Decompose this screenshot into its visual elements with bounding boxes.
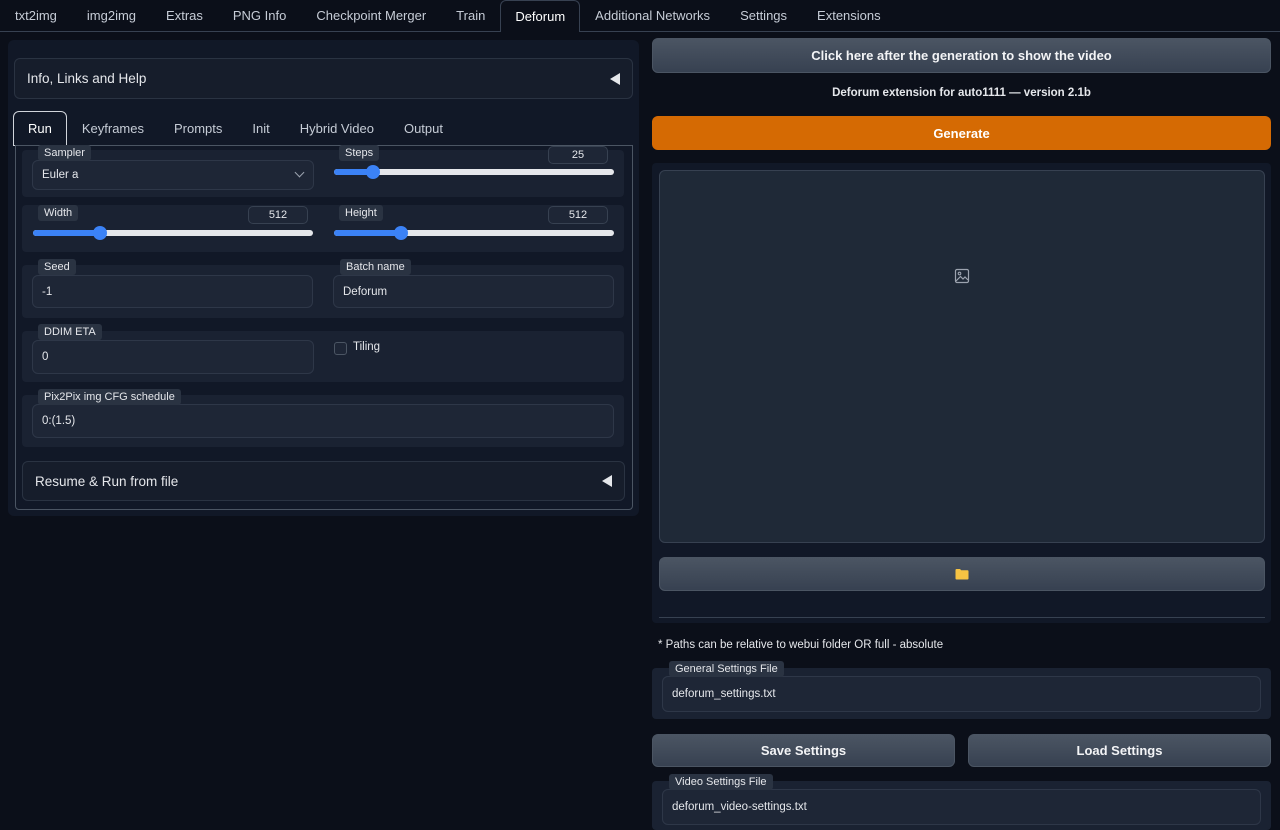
batch-name-label: Batch name [340,259,411,275]
tab-txt2img[interactable]: txt2img [0,0,72,31]
chevron-down-icon [294,167,305,178]
subtab-output[interactable]: Output [389,111,458,146]
video-settings-file-input[interactable]: deforum_video-settings.txt [662,789,1261,825]
version-text: Deforum extension for auto1111 — version… [832,87,1091,99]
general-settings-value: deforum_settings.txt [672,688,776,700]
width-label: Width [38,205,79,221]
tab-extras[interactable]: Extras [151,0,218,31]
load-settings-button[interactable]: Load Settings [968,734,1271,767]
seed-input[interactable]: -1 [32,275,313,308]
top-tab-bar: txt2img img2img Extras PNG Info Checkpoi… [0,0,1280,32]
batch-name-value: Deforum [343,285,388,298]
generate-button[interactable]: Generate [652,116,1271,150]
tab-img2img[interactable]: img2img [72,0,151,31]
pix2pix-schedule-input[interactable]: 0:(1.5) [32,404,614,438]
tab-checkpoint-merger[interactable]: Checkpoint Merger [301,0,441,31]
paths-note: * Paths can be relative to webui folder … [658,639,944,651]
tab-additional-networks[interactable]: Additional Networks [580,0,725,31]
width-slider-thumb[interactable] [93,226,107,240]
steps-label: Steps [339,145,380,161]
width-number-input[interactable]: 512 [248,206,308,224]
folder-icon [955,569,969,580]
height-slider-fill [334,230,401,236]
ddim-eta-value: 0 [42,351,49,363]
ddim-eta-input[interactable]: 0 [32,340,314,374]
height-label: Height [339,205,383,221]
video-settings-value: deforum_video-settings.txt [672,801,807,813]
seed-value: -1 [42,285,53,298]
sampler-value: Euler a [42,169,79,181]
pix2pix-label: Pix2Pix img CFG schedule [38,389,181,405]
video-preview-area [659,170,1265,543]
open-folder-button[interactable] [659,557,1265,591]
image-placeholder-icon [954,268,970,284]
divider [659,617,1265,618]
height-number-input[interactable]: 512 [548,206,608,224]
width-slider-fill [33,230,100,236]
width-slider[interactable] [33,226,313,240]
tab-deforum[interactable]: Deforum [500,0,581,32]
tab-train[interactable]: Train [441,0,500,31]
tiling-label: Tiling [353,341,381,353]
info-accordion-label: Info, Links and Help [27,71,147,86]
resume-accordion-label: Resume & Run from file [35,473,179,489]
height-slider-thumb[interactable] [394,226,408,240]
seed-label: Seed [38,259,76,275]
collapse-triangle-icon [610,72,620,85]
deforum-sub-tabs: Run Keyframes Prompts Init Hybrid Video … [13,111,458,146]
general-settings-file-input[interactable]: deforum_settings.txt [662,676,1261,712]
save-settings-button[interactable]: Save Settings [652,734,955,767]
pix2pix-value: 0:(1.5) [42,415,76,427]
resume-run-accordion[interactable]: Resume & Run from file [22,461,625,501]
tab-settings[interactable]: Settings [725,0,802,31]
collapse-triangle-icon [602,475,612,487]
height-slider[interactable] [334,226,614,240]
show-video-button[interactable]: Click here after the generation to show … [652,38,1271,73]
run-tab-panel [15,145,633,510]
tiling-checkbox[interactable] [334,342,347,355]
steps-number-input[interactable]: 25 [548,146,608,164]
video-settings-label: Video Settings File [669,774,773,790]
tab-png-info[interactable]: PNG Info [218,0,301,31]
general-settings-label: General Settings File [669,661,784,677]
sampler-dropdown[interactable]: Euler a [32,160,314,190]
batch-name-input[interactable]: Deforum [333,275,614,308]
steps-slider-thumb[interactable] [366,165,380,179]
steps-slider[interactable] [334,165,614,179]
subtab-init[interactable]: Init [237,111,284,146]
subtab-run[interactable]: Run [13,111,67,146]
sampler-label: Sampler [38,145,91,161]
ddim-eta-label: DDIM ETA [38,324,102,340]
subtab-hybrid-video[interactable]: Hybrid Video [285,111,389,146]
info-links-help-accordion[interactable]: Info, Links and Help [14,58,633,99]
tab-extensions[interactable]: Extensions [802,0,896,31]
subtab-prompts[interactable]: Prompts [159,111,237,146]
subtab-keyframes[interactable]: Keyframes [67,111,159,146]
width-height-row [22,205,624,252]
